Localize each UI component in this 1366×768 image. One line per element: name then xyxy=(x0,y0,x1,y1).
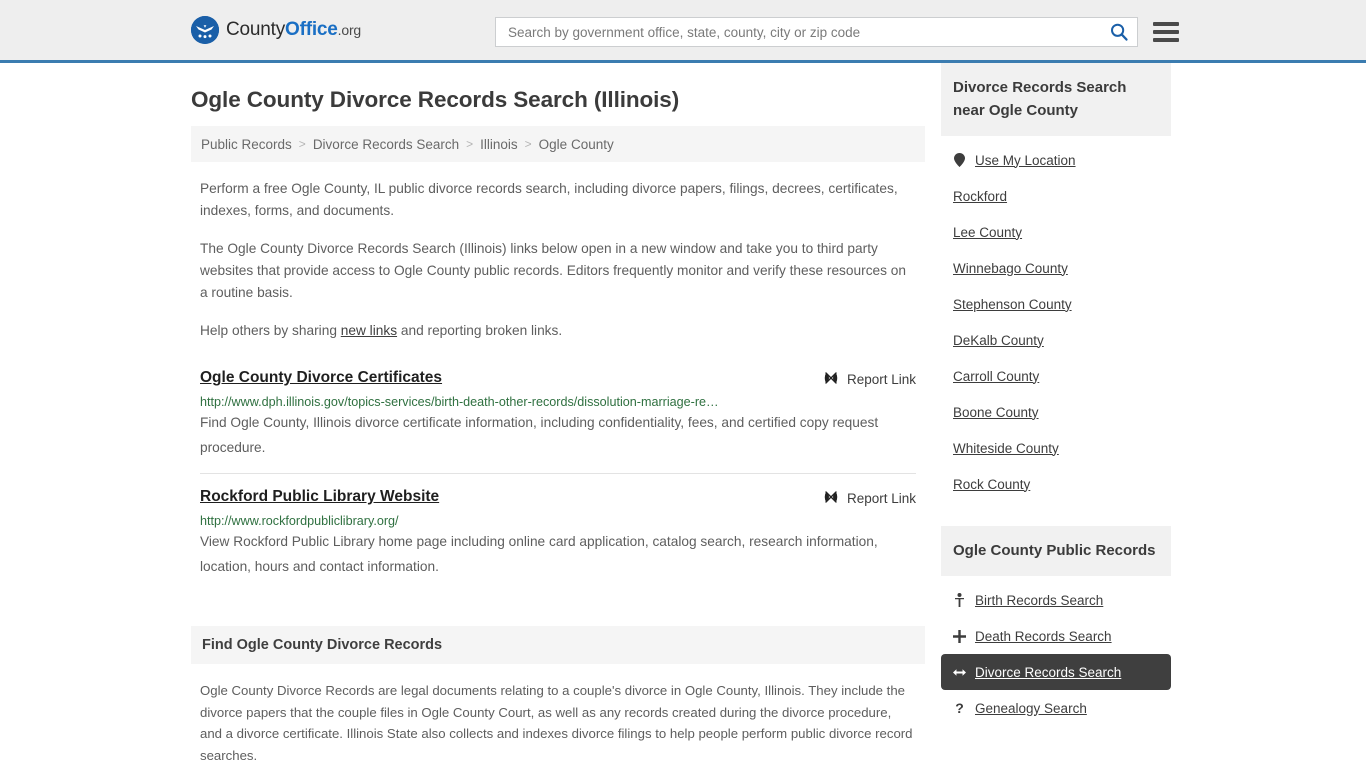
result-url[interactable]: http://www.dph.illinois.gov/topics-servi… xyxy=(200,395,916,409)
search-icon[interactable] xyxy=(1109,22,1129,42)
help-suffix: and reporting broken links. xyxy=(397,323,563,338)
sidebar-item-rock-county[interactable]: Rock County xyxy=(941,466,1171,502)
breadcrumb-item-divorce-records-search[interactable]: Divorce Records Search xyxy=(313,137,459,152)
question-mark-icon: ? xyxy=(953,701,966,715)
sidebar-near-heading: Divorce Records Search near Ogle County xyxy=(941,63,1171,136)
sidebar: Divorce Records Search near Ogle County … xyxy=(941,63,1171,768)
report-link-button[interactable]: Report Link xyxy=(823,488,916,508)
intro-paragraph-1: Perform a free Ogle County, IL public di… xyxy=(200,181,898,218)
sidebar-public-records-list: Birth Records Search Death Records Searc… xyxy=(941,582,1171,726)
help-prefix: Help others by sharing xyxy=(200,323,341,338)
sidebar-item-birth-records-search[interactable]: Birth Records Search xyxy=(941,582,1171,618)
breadcrumb-item-public-records[interactable]: Public Records xyxy=(201,137,292,152)
sidebar-item-label: Genealogy Search xyxy=(975,700,1087,716)
intro-text: Perform a free Ogle County, IL public di… xyxy=(191,178,925,342)
sidebar-item-label: Rock County xyxy=(953,476,1031,492)
broken-link-icon xyxy=(823,370,839,389)
find-records-section: Find Ogle County Divorce Records Ogle Co… xyxy=(191,626,925,768)
sidebar-item-label: Lee County xyxy=(953,224,1023,240)
sidebar-item-label: Carroll County xyxy=(953,368,1040,384)
intro-help-paragraph: Help others by sharing new links and rep… xyxy=(191,320,925,342)
breadcrumb-separator: > xyxy=(466,137,474,151)
logo-text-county: County xyxy=(226,19,286,40)
result-entry: Ogle County Divorce Certificates Report … xyxy=(200,364,916,473)
site-logo[interactable]: CountyOffice.org xyxy=(191,16,361,44)
map-pin-icon xyxy=(953,153,966,167)
hamburger-bar-1 xyxy=(1153,22,1179,26)
hamburger-bar-3 xyxy=(1153,38,1179,42)
arrows-left-right-icon xyxy=(953,667,966,678)
result-description: View Rockford Public Library home page i… xyxy=(200,534,878,574)
page-title: Ogle County Divorce Records Search (Illi… xyxy=(191,87,680,112)
sidebar-public-records-block: Ogle County Public Records Birth Records… xyxy=(941,526,1171,726)
result-header: Ogle County Divorce Certificates Report … xyxy=(200,369,916,389)
sidebar-item-death-records-search[interactable]: Death Records Search xyxy=(941,618,1171,654)
result-title-link[interactable]: Rockford Public Library Website xyxy=(200,488,439,506)
sidebar-item-label: Death Records Search xyxy=(975,628,1112,644)
results-list: Ogle County Divorce Certificates Report … xyxy=(191,364,925,592)
page-container: Ogle County Divorce Records Search (Illi… xyxy=(0,63,1366,768)
result-header: Rockford Public Library Website Report L… xyxy=(200,488,916,508)
sidebar-item-label: Birth Records Search xyxy=(975,592,1104,608)
hamburger-bar-2 xyxy=(1153,30,1179,34)
hamburger-menu-icon[interactable] xyxy=(1153,22,1179,42)
sidebar-item-stephenson-county[interactable]: Stephenson County xyxy=(941,286,1171,322)
breadcrumb-item-illinois[interactable]: Illinois xyxy=(480,137,518,152)
sidebar-item-genealogy-search[interactable]: ? Genealogy Search xyxy=(941,690,1171,726)
report-link-label: Report Link xyxy=(846,372,916,387)
report-link-button[interactable]: Report Link xyxy=(823,369,916,389)
sidebar-item-carroll-county[interactable]: Carroll County xyxy=(941,358,1171,394)
sidebar-item-whiteside-county[interactable]: Whiteside County xyxy=(941,430,1171,466)
report-link-label: Report Link xyxy=(846,491,916,506)
cross-icon xyxy=(953,629,966,643)
sidebar-item-winnebago-county[interactable]: Winnebago County xyxy=(941,250,1171,286)
sidebar-item-label: Whiteside County xyxy=(953,440,1059,456)
broken-link-icon xyxy=(823,489,839,508)
new-links-link[interactable]: new links xyxy=(341,323,397,338)
sidebar-item-label: Use My Location xyxy=(975,152,1076,168)
result-title-link[interactable]: Ogle County Divorce Certificates xyxy=(200,369,442,387)
breadcrumb-separator: > xyxy=(524,137,532,151)
sidebar-item-lee-county[interactable]: Lee County xyxy=(941,214,1171,250)
eagle-shield-logo-icon xyxy=(191,16,219,44)
search-input[interactable] xyxy=(506,23,1109,41)
breadcrumb: Public Records > Divorce Records Search … xyxy=(191,126,925,162)
breadcrumb-separator: > xyxy=(298,137,306,151)
logo-text-org: .org xyxy=(337,22,362,38)
result-url[interactable]: http://www.rockfordpubliclibrary.org/ xyxy=(200,514,916,528)
sidebar-near-list: Use My Location Rockford Lee County Winn… xyxy=(941,142,1171,502)
logo-text-office: Office xyxy=(285,19,338,40)
sidebar-item-dekalb-county[interactable]: DeKalb County xyxy=(941,322,1171,358)
sidebar-item-label: Boone County xyxy=(953,404,1039,420)
find-records-body: Ogle County Divorce Records are legal do… xyxy=(191,680,925,768)
find-records-heading: Find Ogle County Divorce Records xyxy=(191,626,925,664)
sidebar-item-rockford[interactable]: Rockford xyxy=(941,178,1171,214)
sidebar-public-records-heading: Ogle County Public Records xyxy=(941,526,1171,576)
main-content: Ogle County Divorce Records Search (Illi… xyxy=(191,63,925,768)
sidebar-item-label: Winnebago County xyxy=(953,260,1068,276)
breadcrumb-item-ogle-county[interactable]: Ogle County xyxy=(539,137,614,152)
sidebar-item-use-my-location[interactable]: Use My Location xyxy=(941,142,1171,178)
result-entry: Rockford Public Library Website Report L… xyxy=(200,473,916,592)
sidebar-item-boone-county[interactable]: Boone County xyxy=(941,394,1171,430)
intro-paragraph-2: The Ogle County Divorce Records Search (… xyxy=(200,241,907,300)
sidebar-item-divorce-records-search[interactable]: Divorce Records Search xyxy=(941,654,1171,690)
sidebar-item-label: Divorce Records Search xyxy=(975,664,1122,680)
find-records-paragraph: Ogle County Divorce Records are legal do… xyxy=(200,683,913,763)
sidebar-item-label: Rockford xyxy=(953,188,1008,204)
baby-icon xyxy=(953,593,966,607)
svg-text:?: ? xyxy=(955,701,964,715)
sidebar-item-label: DeKalb County xyxy=(953,332,1044,348)
result-description: Find Ogle County, Illinois divorce certi… xyxy=(200,415,879,455)
site-header: CountyOffice.org xyxy=(0,0,1366,63)
site-logo-text: CountyOffice.org xyxy=(226,19,361,41)
sidebar-item-label: Stephenson County xyxy=(953,296,1072,312)
search-box[interactable] xyxy=(495,17,1138,47)
header-search-area xyxy=(495,17,1179,47)
